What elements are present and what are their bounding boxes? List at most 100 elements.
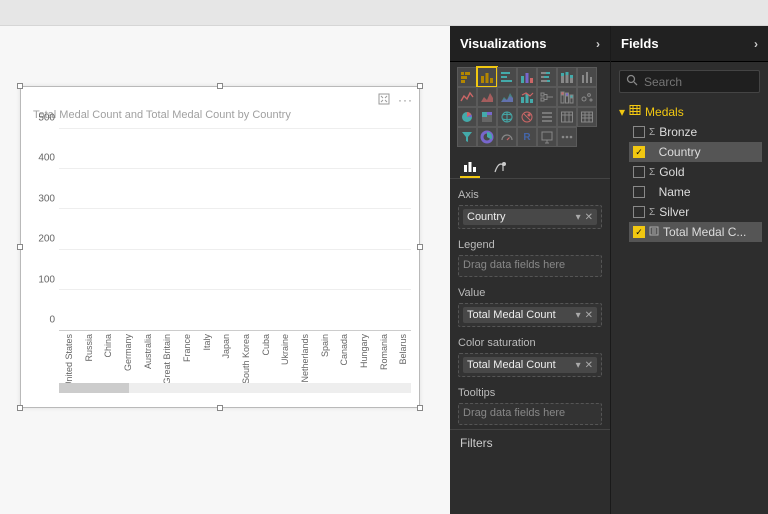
resize-handle-n[interactable] bbox=[217, 83, 223, 89]
y-axis: 0 100 200 300 400 500 bbox=[29, 129, 57, 331]
table-node[interactable]: ▾ Medals bbox=[617, 101, 762, 122]
viz-type-icon[interactable]: R bbox=[518, 128, 536, 146]
chevron-down-icon[interactable]: ▾ bbox=[576, 360, 581, 371]
remove-icon[interactable]: ✕ bbox=[585, 212, 593, 223]
viz-type-icon[interactable] bbox=[538, 108, 556, 126]
viz-type-icon[interactable] bbox=[498, 108, 516, 126]
viz-type-icon[interactable] bbox=[558, 88, 576, 106]
tooltips-well-label: Tooltips bbox=[458, 387, 602, 399]
resize-handle-nw[interactable] bbox=[17, 83, 23, 89]
viz-type-icon[interactable] bbox=[478, 88, 496, 106]
viz-type-icon[interactable] bbox=[558, 128, 576, 146]
field-name: Silver bbox=[659, 205, 758, 219]
viz-type-icon[interactable] bbox=[458, 108, 476, 126]
sigma-icon: Σ bbox=[649, 127, 655, 138]
viz-type-icon[interactable] bbox=[538, 128, 556, 146]
field-silver[interactable]: ΣSilver bbox=[629, 202, 762, 222]
remove-icon[interactable]: ✕ bbox=[585, 360, 593, 371]
field-checkbox[interactable] bbox=[633, 186, 645, 198]
value-pill-label: Total Medal Count bbox=[467, 309, 556, 321]
field-bronze[interactable]: Σ Bronze bbox=[629, 122, 762, 142]
search-input[interactable] bbox=[644, 75, 768, 89]
field-name[interactable]: Name bbox=[629, 182, 762, 202]
viz-type-icon[interactable] bbox=[538, 68, 556, 86]
field-country[interactable]: ✓ Country bbox=[629, 142, 762, 162]
fields-pane: Fields › ▾ Medals Σ Bronze ✓ CountryΣGold … bbox=[610, 26, 768, 514]
y-tick: 400 bbox=[38, 153, 55, 164]
color-saturation-well[interactable]: Total Medal Count ▾ ✕ bbox=[458, 353, 602, 377]
color-saturation-well-label: Color saturation bbox=[458, 337, 602, 349]
resize-handle-e[interactable] bbox=[417, 244, 423, 250]
field-list: Σ Bronze ✓ CountryΣGold Name ΣSilver✓Total … bbox=[617, 122, 762, 242]
chevron-right-icon[interactable]: › bbox=[596, 37, 600, 51]
fields-header[interactable]: Fields › bbox=[611, 26, 768, 62]
viz-type-icon[interactable] bbox=[458, 68, 476, 86]
value-well[interactable]: Total Medal Count ▾ ✕ bbox=[458, 303, 602, 327]
axis-pill[interactable]: Country ▾✕ bbox=[463, 209, 597, 225]
chart-scrollbar-thumb[interactable] bbox=[59, 383, 129, 393]
axis-well[interactable]: Country ▾✕ bbox=[458, 205, 602, 229]
viz-type-icon[interactable] bbox=[518, 88, 536, 106]
viz-type-icon[interactable] bbox=[518, 68, 536, 86]
resize-handle-se[interactable] bbox=[417, 405, 423, 411]
viz-type-icon[interactable] bbox=[578, 88, 596, 106]
viz-type-icon[interactable] bbox=[498, 88, 516, 106]
chart-visual[interactable]: ··· Total Medal Count and Total Medal Co… bbox=[20, 86, 420, 408]
field-spacer bbox=[649, 147, 655, 158]
viz-type-icon[interactable] bbox=[478, 68, 496, 86]
field-checkbox[interactable] bbox=[633, 206, 645, 218]
viz-type-icon[interactable] bbox=[498, 68, 516, 86]
focus-mode-icon[interactable] bbox=[376, 91, 392, 110]
filters-header[interactable]: Filters bbox=[450, 429, 610, 456]
chart-scrollbar[interactable] bbox=[59, 383, 411, 393]
visualization-gallery: R bbox=[450, 62, 610, 150]
viz-type-icon[interactable] bbox=[558, 68, 576, 86]
fields-search[interactable] bbox=[619, 70, 760, 93]
color-saturation-pill-label: Total Medal Count bbox=[467, 359, 556, 371]
field-total-medal-c-[interactable]: ✓Total Medal C... bbox=[629, 222, 762, 242]
viz-type-icon[interactable] bbox=[538, 88, 556, 106]
y-tick: 200 bbox=[38, 234, 55, 245]
viz-type-icon[interactable] bbox=[578, 108, 596, 126]
visualizations-header[interactable]: Visualizations › bbox=[450, 26, 610, 62]
y-tick: 0 bbox=[49, 315, 55, 326]
gridline bbox=[59, 289, 411, 290]
report-canvas[interactable]: ··· Total Medal Count and Total Medal Co… bbox=[0, 26, 450, 514]
viz-type-icon[interactable] bbox=[458, 128, 476, 146]
viz-type-icon[interactable] bbox=[478, 108, 496, 126]
field-checkbox[interactable]: ✓ bbox=[633, 146, 645, 158]
viz-type-icon[interactable] bbox=[578, 68, 596, 86]
field-checkbox[interactable]: ✓ bbox=[633, 226, 645, 238]
tooltips-well[interactable]: Drag data fields here bbox=[458, 403, 602, 425]
field-name: Bronze bbox=[659, 125, 758, 139]
bar-label: Japan bbox=[221, 334, 231, 359]
value-pill[interactable]: Total Medal Count ▾ ✕ bbox=[463, 307, 597, 323]
viz-type-icon[interactable] bbox=[558, 108, 576, 126]
y-tick: 300 bbox=[38, 193, 55, 204]
fields-tab-icon[interactable] bbox=[460, 156, 480, 178]
legend-well[interactable]: Drag data fields here bbox=[458, 255, 602, 277]
more-options-icon[interactable]: ··· bbox=[396, 91, 415, 110]
viz-type-icon[interactable] bbox=[458, 88, 476, 106]
field-checkbox[interactable] bbox=[633, 126, 645, 138]
viz-type-icon[interactable] bbox=[478, 128, 496, 146]
field-gold[interactable]: ΣGold bbox=[629, 162, 762, 182]
chevron-right-icon[interactable]: › bbox=[754, 37, 758, 51]
field-name: Name bbox=[659, 185, 758, 199]
remove-icon[interactable]: ✕ bbox=[585, 310, 593, 321]
bar-label: France bbox=[182, 334, 192, 362]
viz-type-icon[interactable] bbox=[518, 108, 536, 126]
value-well-label: Value bbox=[458, 287, 602, 299]
chevron-down-icon[interactable]: ▾ bbox=[576, 310, 581, 321]
format-tab-icon[interactable] bbox=[490, 156, 510, 178]
viz-type-icon[interactable] bbox=[498, 128, 516, 146]
resize-handle-s[interactable] bbox=[217, 405, 223, 411]
field-checkbox[interactable] bbox=[633, 166, 645, 178]
resize-handle-w[interactable] bbox=[17, 244, 23, 250]
color-saturation-pill[interactable]: Total Medal Count ▾ ✕ bbox=[463, 357, 597, 373]
resize-handle-sw[interactable] bbox=[17, 405, 23, 411]
resize-handle-ne[interactable] bbox=[417, 83, 423, 89]
bar-label: Cuba bbox=[261, 334, 271, 356]
chevron-down-icon[interactable]: ▾ bbox=[576, 212, 581, 223]
y-tick: 100 bbox=[38, 274, 55, 285]
